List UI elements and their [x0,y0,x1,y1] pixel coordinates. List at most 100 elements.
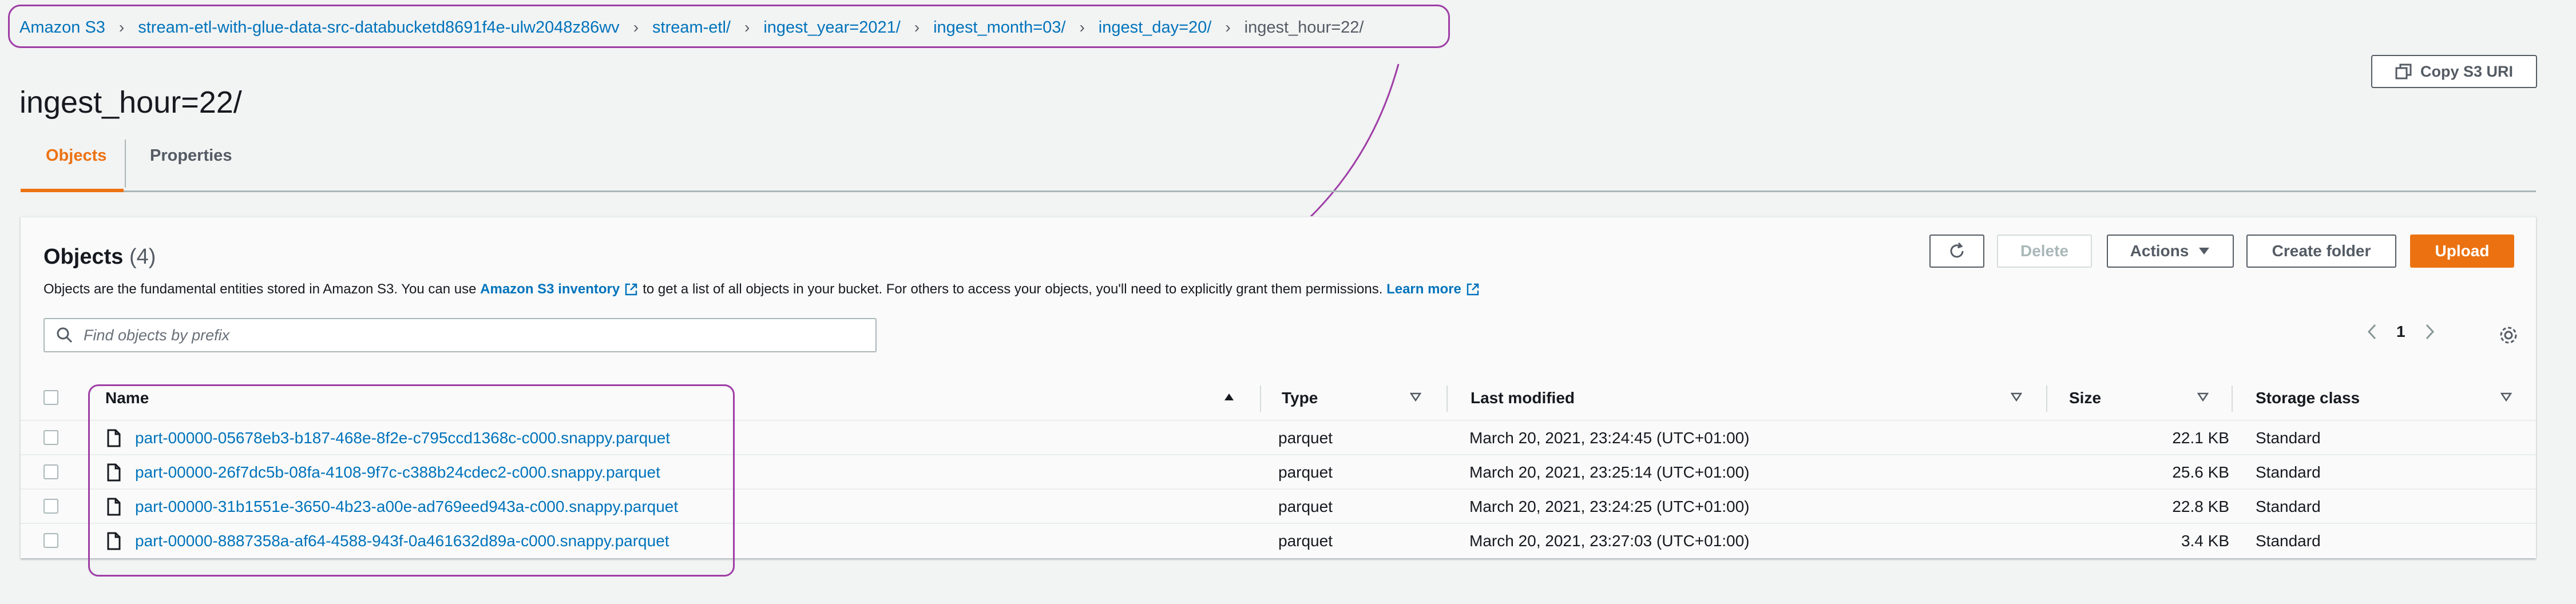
column-name[interactable]: Name [105,389,149,407]
file-icon [107,498,121,516]
delete-label: Delete [2020,242,2069,260]
object-name-link[interactable]: part-00000-8887358a-af64-4588-943f-0a461… [135,532,669,550]
breadcrumb-item-current: ingest_hour=22/ [1244,18,1364,37]
table-row[interactable]: part-00000-26f7dc5b-08fa-4108-9f7c-c388b… [21,454,2536,488]
row-checkbox[interactable] [43,464,58,479]
objects-count: (4) [129,245,156,269]
search-icon [57,327,73,343]
objects-heading: Objects (4) [43,245,156,269]
table-row[interactable]: part-00000-8887358a-af64-4588-943f-0a461… [21,523,2536,557]
object-storage-class: Standard [2256,463,2321,481]
sort-icon[interactable] [2011,392,2022,402]
file-icon [107,463,121,482]
object-storage-class: Standard [2256,429,2321,447]
upload-label: Upload [2435,242,2490,260]
copy-s3-uri-button[interactable]: Copy S3 URI [2371,55,2537,88]
row-checkbox[interactable] [43,533,58,548]
copy-icon [2395,63,2412,80]
object-type: parquet [1278,463,1333,481]
refresh-button[interactable] [1929,235,1984,268]
refresh-icon [1950,242,1964,258]
breadcrumb-item-s3[interactable]: Amazon S3 [19,18,105,37]
create-folder-button[interactable]: Create folder [2246,235,2396,268]
sort-icon[interactable] [1410,392,1421,402]
caret-down-icon [2199,248,2210,255]
sort-icon[interactable] [2500,392,2512,402]
breadcrumb-item-ingest-year[interactable]: ingest_year=2021/ [763,18,900,37]
column-divider [1260,386,1261,412]
file-icon [107,429,121,447]
chevron-right-icon[interactable] [2425,323,2435,340]
search-box [43,318,877,352]
object-last-modified: March 20, 2021, 23:27:03 (UTC+01:00) [1469,532,1750,550]
sort-ascending-icon[interactable] [1223,392,1235,402]
object-name-link[interactable]: part-00000-31b1551e-3650-4b23-a00e-ad769… [135,498,678,516]
table-header: Name Type Last modified Size Storage cla… [21,376,2536,422]
object-last-modified: March 20, 2021, 23:24:45 (UTC+01:00) [1469,429,1750,447]
pagination: 1 [2367,323,2435,341]
breadcrumb-item-bucket[interactable]: stream-etl-with-glue-data-src-databucket… [138,18,619,37]
breadcrumb-item-stream-etl[interactable]: stream-etl/ [652,18,731,37]
tab-properties[interactable]: Properties [150,146,232,165]
table-row[interactable]: part-00000-31b1551e-3650-4b23-a00e-ad769… [21,488,2536,523]
breadcrumb-item-ingest-day[interactable]: ingest_day=20/ [1099,18,1212,37]
chevron-right-icon: › [1225,18,1231,36]
object-type: parquet [1278,498,1333,515]
tab-bar: Objects Properties [21,135,2536,192]
description-text-2: to get a list of all objects in your buc… [643,281,1383,297]
external-link-icon [1467,283,1479,296]
chevron-right-icon: › [118,18,125,36]
column-type[interactable]: Type [1282,389,1318,407]
copy-s3-uri-label: Copy S3 URI [2420,62,2514,80]
active-tab-indicator [21,189,124,192]
select-all-checkbox[interactable] [43,390,58,405]
column-divider [1446,386,1448,412]
upload-button[interactable]: Upload [2410,235,2514,268]
chevron-left-icon[interactable] [2367,323,2377,340]
delete-button[interactable]: Delete [1997,235,2092,268]
object-size: 22.1 KB [2172,429,2229,447]
object-size: 3.4 KB [2181,532,2229,550]
row-checkbox[interactable] [43,430,58,445]
object-name-link[interactable]: part-00000-26f7dc5b-08fa-4108-9f7c-c388b… [135,463,660,482]
object-name-link[interactable]: part-00000-05678eb3-b187-468e-8f2e-c795c… [135,429,670,447]
tab-baseline [21,190,2536,192]
object-type: parquet [1278,532,1333,550]
object-last-modified: March 20, 2021, 23:24:25 (UTC+01:00) [1469,498,1750,515]
sort-icon[interactable] [2197,392,2209,402]
column-storage-class[interactable]: Storage class [2256,389,2360,407]
current-page[interactable]: 1 [2396,323,2405,341]
breadcrumb-item-ingest-month[interactable]: ingest_month=03/ [933,18,1065,37]
tab-divider [125,140,126,188]
actions-button[interactable]: Actions [2107,235,2234,268]
object-storage-class: Standard [2256,498,2321,515]
chevron-right-icon: › [1079,18,1085,36]
breadcrumb: Amazon S3 › stream-etl-with-glue-data-sr… [19,16,1364,39]
file-icon [107,532,121,550]
chevron-right-icon: › [744,18,750,36]
table-row[interactable]: part-00000-05678eb3-b187-468e-8f2e-c795c… [21,420,2536,454]
create-folder-label: Create folder [2272,242,2371,260]
objects-description: Objects are the fundamental entities sto… [43,281,1484,297]
tab-objects[interactable]: Objects [46,146,106,165]
gear-icon[interactable] [2497,324,2520,347]
inventory-link[interactable]: Amazon S3 inventory [480,281,620,297]
column-size[interactable]: Size [2069,389,2101,407]
external-link-icon [625,283,637,296]
page-title: ingest_hour=22/ [19,85,242,120]
chevron-right-icon: › [914,18,920,36]
objects-panel: Objects (4) Objects are the fundamental … [21,216,2536,558]
column-divider [2046,386,2047,412]
search-input[interactable] [82,325,863,345]
object-last-modified: March 20, 2021, 23:25:14 (UTC+01:00) [1469,463,1750,481]
object-size: 25.6 KB [2172,463,2229,481]
column-last-modified[interactable]: Last modified [1471,389,1575,407]
learn-more-link[interactable]: Learn more [1386,281,1461,297]
column-divider [2232,386,2233,412]
object-storage-class: Standard [2256,532,2321,550]
objects-title: Objects [43,245,124,269]
row-checkbox[interactable] [43,499,58,514]
object-type: parquet [1278,429,1333,447]
description-text: Objects are the fundamental entities sto… [43,281,477,297]
chevron-right-icon: › [633,18,639,36]
